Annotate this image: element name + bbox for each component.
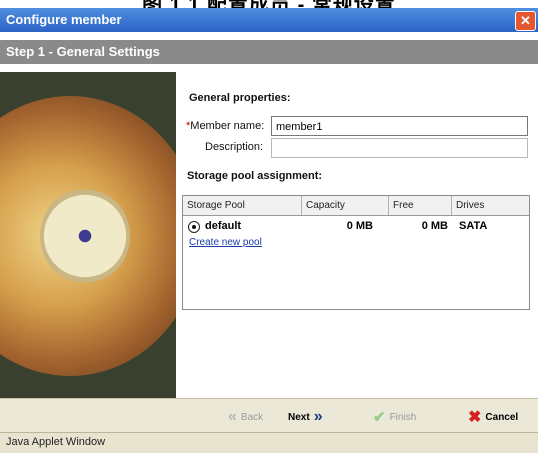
disk-hub — [40, 188, 130, 284]
status-text: Java Applet Window — [6, 436, 106, 448]
description-input[interactable] — [271, 138, 528, 158]
window-title: Configure member — [6, 12, 122, 27]
pool-radio[interactable] — [188, 221, 200, 233]
back-button[interactable]: « Back — [228, 407, 263, 427]
description-label: Description: — [205, 141, 264, 153]
window-titlebar: Configure member ✕ — [0, 8, 538, 32]
back-arrow-icon: « — [228, 408, 237, 425]
table-body: default 0 MB 0 MB SATA Create new pool — [183, 216, 529, 309]
cancel-button[interactable]: ✖ Cancel — [468, 407, 518, 427]
hard-disk-image — [0, 72, 176, 398]
column-free[interactable]: Free — [389, 196, 452, 215]
pool-name: default — [205, 220, 242, 232]
check-icon: ✔ — [373, 409, 386, 426]
column-storage-pool[interactable]: Storage Pool — [183, 196, 302, 215]
general-properties-heading: General properties: — [189, 92, 291, 104]
member-name-label: *Member name: — [186, 120, 265, 132]
create-new-pool-link[interactable]: Create new pool — [189, 237, 262, 248]
finish-button[interactable]: ✔ Finish — [373, 407, 416, 427]
close-button[interactable]: ✕ — [515, 11, 536, 31]
status-bar: Java Applet Window — [0, 432, 538, 453]
pool-drives: SATA — [459, 220, 488, 232]
step-header: Step 1 - General Settings — [0, 40, 538, 65]
close-icon: ✕ — [520, 13, 531, 28]
next-button[interactable]: Next » — [288, 407, 323, 427]
figure-caption: 图 1.1 配置成员 - 常规设置 — [0, 0, 538, 8]
column-capacity[interactable]: Capacity — [302, 196, 389, 215]
wizard-button-bar: « Back Next » ✔ Finish ✖ Cancel — [0, 398, 538, 433]
step-title: Step 1 - General Settings — [6, 44, 160, 59]
storage-pool-heading: Storage pool assignment: — [187, 170, 323, 182]
table-row[interactable]: default 0 MB 0 MB SATA — [183, 220, 529, 234]
table-header: Storage Pool Capacity Free Drives — [183, 196, 529, 216]
member-name-input[interactable]: member1 — [271, 116, 528, 136]
pool-free: 0 MB — [421, 220, 448, 232]
pool-capacity: 0 MB — [346, 220, 373, 232]
next-arrow-icon: » — [313, 408, 323, 425]
cancel-x-icon: ✖ — [468, 409, 482, 426]
column-drives[interactable]: Drives — [452, 196, 527, 215]
storage-pool-table: Storage Pool Capacity Free Drives defaul… — [182, 195, 530, 310]
